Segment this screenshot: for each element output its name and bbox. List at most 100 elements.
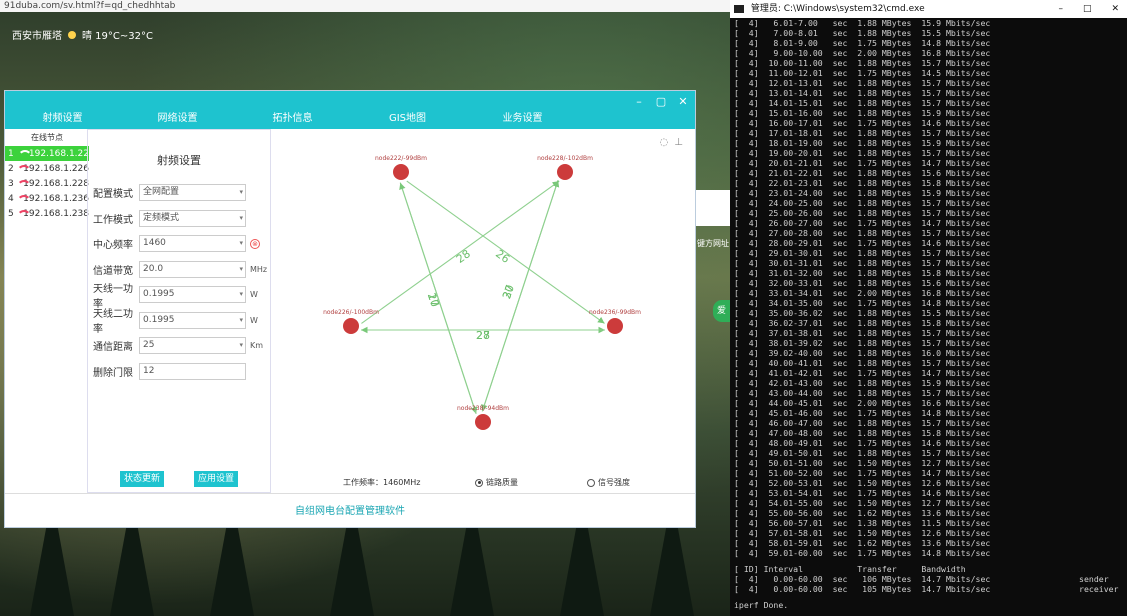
delete-threshold-field: 删除门限 12 [88,359,270,385]
center-freq-select[interactable]: 1460 ▾ [139,235,246,253]
tab-topology[interactable]: 拓扑信息 [235,109,350,124]
topology-node-label: node236/-99dBm [589,309,641,316]
cmd-line: [ 4] 13.01-14.01 sec 1.88 MBytes 15.7 Mb… [734,88,991,98]
link-quality-label: 28 [454,247,473,266]
cmd-line: [ 4] 11.00-12.01 sec 1.75 MBytes 14.5 Mb… [734,68,991,78]
rf-settings-panel: 射频设置 配置模式 全网配置 ▾ 工作模式 定频模式 ▾ 中心频率 1460 ▾… [87,129,271,493]
sun-icon [68,30,76,39]
topology-node[interactable] [607,318,623,334]
wifi-icon [16,179,33,188]
node-ip: 192.168.1.238 [23,208,89,219]
field-unit: MHz [250,264,268,274]
chevron-down-icon: ▾ [239,315,243,324]
topology-panel: ◌ ⊥ 26 28 27 28 20 17 30 27 node222/-99dBm node22… [271,129,695,493]
topology-node-label: node222/-99dBm [375,155,427,162]
link-quality-label: 17 [425,291,442,308]
signal-strength-option[interactable]: 信号强度 [587,477,630,488]
field-value: 定频模式 [143,212,180,223]
cmd-line: [ 4] 49.01-50.01 sec 1.88 MBytes 15.7 Mb… [734,448,991,458]
tab-rf-settings[interactable]: 射频设置 [5,109,120,124]
node-list-item[interactable]: 5 192.168.1.238 [5,206,89,221]
node-list-item[interactable]: 3 192.168.1.228 [5,176,89,191]
refresh-icon[interactable]: ◌ [660,137,669,148]
tab-service-settings[interactable]: 业务设置 [465,109,580,124]
cmd-line: [ 4] 31.01-32.00 sec 1.88 MBytes 15.8 Mb… [734,268,991,278]
field-label: 中心频率 [93,240,133,252]
download-icon[interactable]: ⊥ [674,137,683,148]
cmd-line: [ 4] 33.01-34.01 sec 2.00 MBytes 16.8 Mb… [734,288,991,298]
bandwidth-field: 信道带宽 20.0 ▾ MHz [88,257,270,283]
cmd-line: [ 4] 24.00-25.00 sec 1.88 MBytes 15.7 Mb… [734,198,991,208]
topology-node[interactable] [475,414,491,430]
work-mode-field: 工作模式 定频模式 ▾ [88,206,270,232]
minimize-icon[interactable]: – [1058,0,1063,18]
title-bar: 射频设置 网络设置 拓扑信息 GIS地图 业务设置 – ▢ ✕ [5,91,695,129]
field-label: 信道带宽 [93,265,133,277]
field-unit: W [250,315,258,325]
app-footer: 自组网电台配置管理软件 [5,493,695,527]
browser-url-bar[interactable]: 91duba.com/sv.html?f=qd_chedhhtab [0,0,730,12]
topology-node[interactable] [393,164,409,180]
side-link[interactable]: 键方网址 [697,238,729,249]
field-unit: W [250,290,258,300]
maximize-icon[interactable]: ▢ [655,95,667,108]
field-value: 12 [143,365,155,376]
refresh-status-button[interactable]: 状态更新 [120,471,164,487]
node-index: 5 [8,208,14,219]
link-quality-label: 28 [476,329,490,342]
wifi-icon [16,194,33,203]
close-icon[interactable]: ✕ [1111,0,1119,18]
work-mode-select[interactable]: 定频模式 ▾ [139,209,246,227]
cmd-line: [ 4] 35.00-36.02 sec 1.88 MBytes 15.5 Mb… [734,308,991,318]
topology-node[interactable] [343,318,359,334]
center-freq-field: 中心频率 1460 ▾ ⊗ [88,231,270,257]
cmd-summary-line: [ 4] 0.00-60.00 sec 105 MBytes 14.7 Mbit… [734,584,1119,594]
topology-node[interactable] [557,164,573,180]
clear-icon[interactable]: ⊗ [250,238,260,249]
tab-gis-map[interactable]: GIS地图 [350,109,465,124]
field-value: 20.0 [143,263,164,274]
cmd-line: [ 4] 57.01-58.01 sec 1.50 MBytes 12.6 Mb… [734,528,991,538]
cmd-output[interactable]: [ 4] 6.01-7.00 sec 1.88 MBytes 15.9 Mbit… [730,18,1127,610]
cmd-line: [ 4] 15.01-16.00 sec 1.88 MBytes 15.9 Mb… [734,108,991,118]
cmd-line: [ 4] 8.01-9.00 sec 1.75 MBytes 14.8 Mbit… [734,38,991,48]
field-label: 删除门限 [93,367,133,379]
node-list-item[interactable]: 1 192.168.1.22 [5,146,89,161]
node-list-item[interactable]: 4 192.168.1.236 [5,191,89,206]
bandwidth-select[interactable]: 20.0 ▾ [139,260,246,278]
chevron-down-icon: ▾ [239,239,243,248]
distance-field: 通信距离 25 ▾ Km [88,333,270,359]
antenna2-power-select[interactable]: 0.1995 ▾ [139,311,246,329]
radio-unchecked-icon [587,478,595,487]
cmd-line: [ 4] 21.01-22.01 sec 1.88 MBytes 15.6 Mb… [734,168,991,178]
cmd-line: [ 4] 30.01-31.01 sec 1.88 MBytes 15.7 Mb… [734,258,991,268]
antenna1-power-select[interactable]: 0.1995 ▾ [139,286,246,304]
cmd-line: [ 4] 28.00-29.01 sec 1.75 MBytes 14.6 Mb… [734,238,991,248]
chevron-down-icon: ▾ [239,290,243,299]
node-index: 1 [8,148,14,159]
node-ip: 192.168.1.236 [23,193,89,204]
config-mode-select[interactable]: 全网配置 ▾ [139,184,246,202]
cmd-line: [ 4] 12.01-13.01 sec 1.88 MBytes 15.7 Mb… [734,78,991,88]
side-app-icon[interactable]: 爱 [713,300,730,322]
cmd-line: [ 4] 9.00-10.00 sec 2.00 MBytes 16.8 Mbi… [734,48,991,58]
apply-settings-button[interactable]: 应用设置 [194,471,238,487]
antenna1-power-field: 天线一功率 0.1995 ▾ W [88,282,270,310]
topology-graph: 262827282017 3027node222/-99dBm node228/-1… [323,155,641,430]
link-quality-option[interactable]: 链路质量 [475,477,518,488]
tab-network-settings[interactable]: 网络设置 [120,109,235,124]
node-list-item[interactable]: 2 192.168.1.226 [5,161,89,176]
config-mode-field: 配置模式 全网配置 ▾ [88,180,270,206]
minimize-icon[interactable]: – [633,95,645,108]
cmd-line: [ 4] 29.01-30.01 sec 1.88 MBytes 15.7 Mb… [734,248,991,258]
maximize-icon[interactable]: □ [1083,0,1092,18]
cmd-summary-header: [ ID] Interval Transfer Bandwidth [734,564,966,574]
topology-node-label: node226/-100dBm [323,309,379,316]
close-icon[interactable]: ✕ [677,95,689,108]
cmd-line: [ 4] 48.00-49.01 sec 1.75 MBytes 14.6 Mb… [734,438,991,448]
delete-threshold-input[interactable]: 12 [139,362,246,380]
distance-select[interactable]: 25 ▾ [139,337,246,355]
cmd-line: [ 4] 55.00-56.00 sec 1.62 MBytes 13.6 Mb… [734,508,991,518]
cmd-line: [ 4] 54.01-55.00 sec 1.50 MBytes 12.7 Mb… [734,498,991,508]
cmd-line: [ 4] 27.00-28.00 sec 1.88 MBytes 15.7 Mb… [734,228,991,238]
